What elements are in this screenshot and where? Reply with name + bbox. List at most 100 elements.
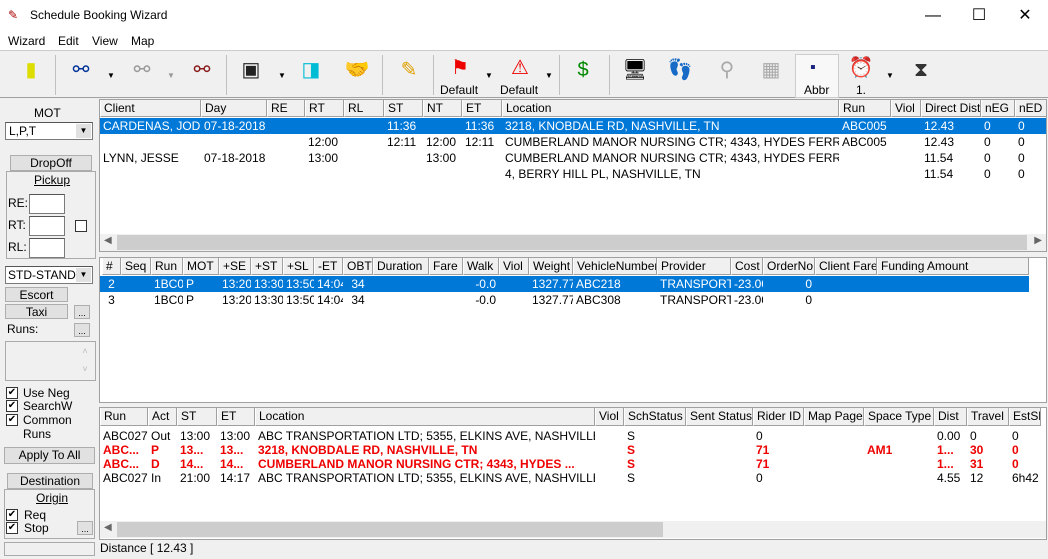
binoculars-icon[interactable]: ⚯ bbox=[66, 55, 96, 85]
menu-wizard[interactable]: Wizard bbox=[8, 34, 45, 48]
column-header[interactable]: NT bbox=[423, 100, 462, 117]
dropdown-arrow-icon[interactable]: ▼ bbox=[278, 71, 286, 80]
menu-edit[interactable]: Edit bbox=[58, 34, 79, 48]
menu-view[interactable]: View bbox=[92, 34, 118, 48]
close-button[interactable]: ✕ bbox=[1002, 0, 1048, 32]
searchw-checkbox[interactable]: ✔ bbox=[6, 400, 18, 412]
table-row[interactable]: 3 1BC029P 13:2013:3013:5014:04 34 -0.0 1327.7… bbox=[100, 292, 1046, 308]
maximize-button[interactable]: ☐ bbox=[956, 0, 1002, 32]
binoculars-red-icon[interactable]: ⚯ bbox=[187, 55, 217, 85]
column-header[interactable]: Viol bbox=[499, 258, 529, 275]
column-header[interactable]: ET bbox=[217, 408, 255, 426]
column-header[interactable]: Travel bbox=[967, 408, 1009, 426]
column-header[interactable]: EstSl bbox=[1009, 408, 1041, 426]
chevron-down-icon[interactable]: ▼ bbox=[76, 268, 91, 282]
column-header[interactable]: Funding Amount bbox=[877, 258, 1029, 275]
export-icon[interactable]: ◨ bbox=[296, 55, 326, 85]
column-header[interactable]: Location bbox=[255, 408, 595, 426]
runs-list[interactable]: ˄ ˅ bbox=[5, 341, 96, 381]
table-row[interactable]: ABC027 In 21:00 14:17 ABC TRANSPORTATION LTD… bbox=[100, 470, 1046, 485]
column-header[interactable]: Run bbox=[839, 100, 891, 117]
column-header[interactable]: Space Type bbox=[864, 408, 934, 426]
clients-grid[interactable]: ◀ ▶ Client Day RE RT RL ST NT ET Location Run Viol D… bbox=[99, 99, 1047, 252]
handshake-icon[interactable]: 🤝 bbox=[342, 55, 372, 85]
mot-select[interactable]: L,P,T ▼ bbox=[5, 122, 93, 140]
dropdown-arrow-icon[interactable]: ▼ bbox=[107, 71, 115, 80]
column-header[interactable]: +SL bbox=[283, 258, 314, 275]
re-input[interactable] bbox=[29, 194, 65, 214]
column-header[interactable]: Walk bbox=[463, 258, 499, 275]
table-row[interactable]: ABC027 Out 13:00 13:00 ABC TRANSPORTATION LT… bbox=[100, 428, 1046, 443]
table-row[interactable]: CARDENAS, JODY 07-18-2018 11:36 11:36 3218, … bbox=[100, 118, 1046, 134]
column-header[interactable]: Duration bbox=[373, 258, 429, 275]
taxi-button[interactable]: Taxi bbox=[5, 304, 68, 319]
column-header[interactable]: Provider bbox=[657, 258, 731, 275]
pencil-icon[interactable]: ✎ bbox=[394, 55, 424, 85]
monitor-icon[interactable]: 🖥 bbox=[620, 55, 650, 85]
service-type-select[interactable]: STD-STANDA ▼ bbox=[5, 266, 93, 284]
table-row[interactable]: ABC... D 14... 14... CUMBERLAND MANOR NURSIN… bbox=[100, 456, 1046, 471]
column-header[interactable]: Seq bbox=[121, 258, 151, 275]
escort-button[interactable]: Escort bbox=[5, 287, 68, 302]
alarm-clock-icon[interactable]: ⏰ bbox=[846, 53, 876, 83]
table-row[interactable]: 4, BERRY HILL PL, NASHVILLE, TN 11.54 0 0 bbox=[100, 166, 1046, 182]
flags-icon[interactable]: ⚑ bbox=[445, 53, 475, 83]
column-header[interactable]: Map Page bbox=[804, 408, 864, 426]
column-header[interactable]: Day bbox=[201, 100, 267, 117]
rl-input[interactable] bbox=[29, 238, 65, 258]
rt-input[interactable] bbox=[29, 216, 65, 236]
runs-more-button[interactable]: ... bbox=[74, 323, 90, 337]
destination-tab[interactable]: Destination bbox=[7, 473, 93, 489]
column-header[interactable]: OrderNo bbox=[763, 258, 815, 275]
table-row[interactable]: LYNN, JESSE 07-18-2018 13:00 13:00 CUMBERLAN… bbox=[100, 150, 1046, 166]
column-header[interactable]: +SE bbox=[219, 258, 251, 275]
table-row[interactable]: 2 1BC027P 13:2013:3013:5014:04 34 -0.0 1327.7… bbox=[100, 276, 1029, 292]
menu-map[interactable]: Map bbox=[131, 34, 154, 48]
column-header[interactable]: # bbox=[102, 258, 121, 275]
column-header[interactable]: VehicleNumber bbox=[573, 258, 657, 275]
scrollbar[interactable]: ˄ ˅ bbox=[77, 342, 93, 380]
stop-checkbox[interactable]: ✔ bbox=[6, 522, 18, 534]
money-icon[interactable]: $ bbox=[568, 55, 598, 85]
column-header[interactable]: Act bbox=[148, 408, 177, 426]
column-header[interactable]: nED bbox=[1015, 100, 1046, 117]
horizontal-scrollbar[interactable]: ◀ ▶ bbox=[100, 234, 1046, 251]
column-header[interactable]: ST bbox=[177, 408, 217, 426]
abbr-toggle-button[interactable]: ▪ Abbr bbox=[795, 54, 839, 98]
column-header[interactable]: ET bbox=[462, 100, 502, 117]
column-header[interactable]: Weight bbox=[529, 258, 573, 275]
column-header[interactable]: Client bbox=[100, 100, 201, 117]
taxi-more-button[interactable]: ... bbox=[74, 305, 90, 319]
column-header[interactable]: -ET bbox=[314, 258, 343, 275]
dropdown-arrow-icon[interactable]: ▼ bbox=[886, 71, 894, 80]
runs-grid[interactable]: # Seq Run MOT +SE +ST +SL -ET OBT Duration Fare Wal… bbox=[99, 257, 1047, 403]
column-header[interactable]: Viol bbox=[595, 408, 624, 426]
column-header[interactable]: Run bbox=[151, 258, 183, 275]
dropdown-arrow-icon[interactable]: ▼ bbox=[545, 71, 553, 80]
column-header[interactable]: Client Fare bbox=[815, 258, 877, 275]
pickup-tab[interactable]: Pickup bbox=[34, 173, 70, 187]
column-header[interactable]: RL bbox=[344, 100, 384, 117]
column-header[interactable]: MOT bbox=[183, 258, 219, 275]
origin-tab[interactable]: Origin bbox=[36, 491, 68, 505]
column-header[interactable]: SchStatus bbox=[624, 408, 686, 426]
use-neg-checkbox[interactable]: ✔ bbox=[6, 387, 18, 399]
column-header[interactable]: RE bbox=[267, 100, 305, 117]
column-header[interactable]: Fare bbox=[429, 258, 463, 275]
column-header[interactable]: Cost bbox=[731, 258, 763, 275]
apply-to-all-button[interactable]: Apply To All bbox=[4, 447, 95, 464]
column-header[interactable]: Run bbox=[100, 408, 148, 426]
save-disk-icon[interactable]: ▣ bbox=[236, 55, 266, 85]
column-header[interactable]: nEG bbox=[981, 100, 1015, 117]
column-header[interactable]: Sent Status bbox=[686, 408, 753, 426]
rt-checkbox[interactable] bbox=[75, 220, 87, 232]
table-row[interactable]: ABC... P 13... 13... 3218, KNOBDALE RD, NASH… bbox=[100, 442, 1046, 457]
column-header[interactable]: RT bbox=[305, 100, 344, 117]
column-header[interactable]: Direct Dist bbox=[921, 100, 981, 117]
stop-more-button[interactable]: ... bbox=[77, 521, 93, 535]
table-row[interactable]: 12:00 12:11 12:00 12:11 CUMBERLAND MANOR NUR… bbox=[100, 134, 1046, 150]
hourglass-icon[interactable]: ⧗ bbox=[906, 55, 936, 85]
stops-grid[interactable]: ◀ Run Act ST ET Location Viol SchStatus Sent St… bbox=[99, 407, 1047, 540]
minimize-button[interactable]: — bbox=[910, 0, 956, 32]
chevron-down-icon[interactable]: ▼ bbox=[76, 124, 91, 138]
